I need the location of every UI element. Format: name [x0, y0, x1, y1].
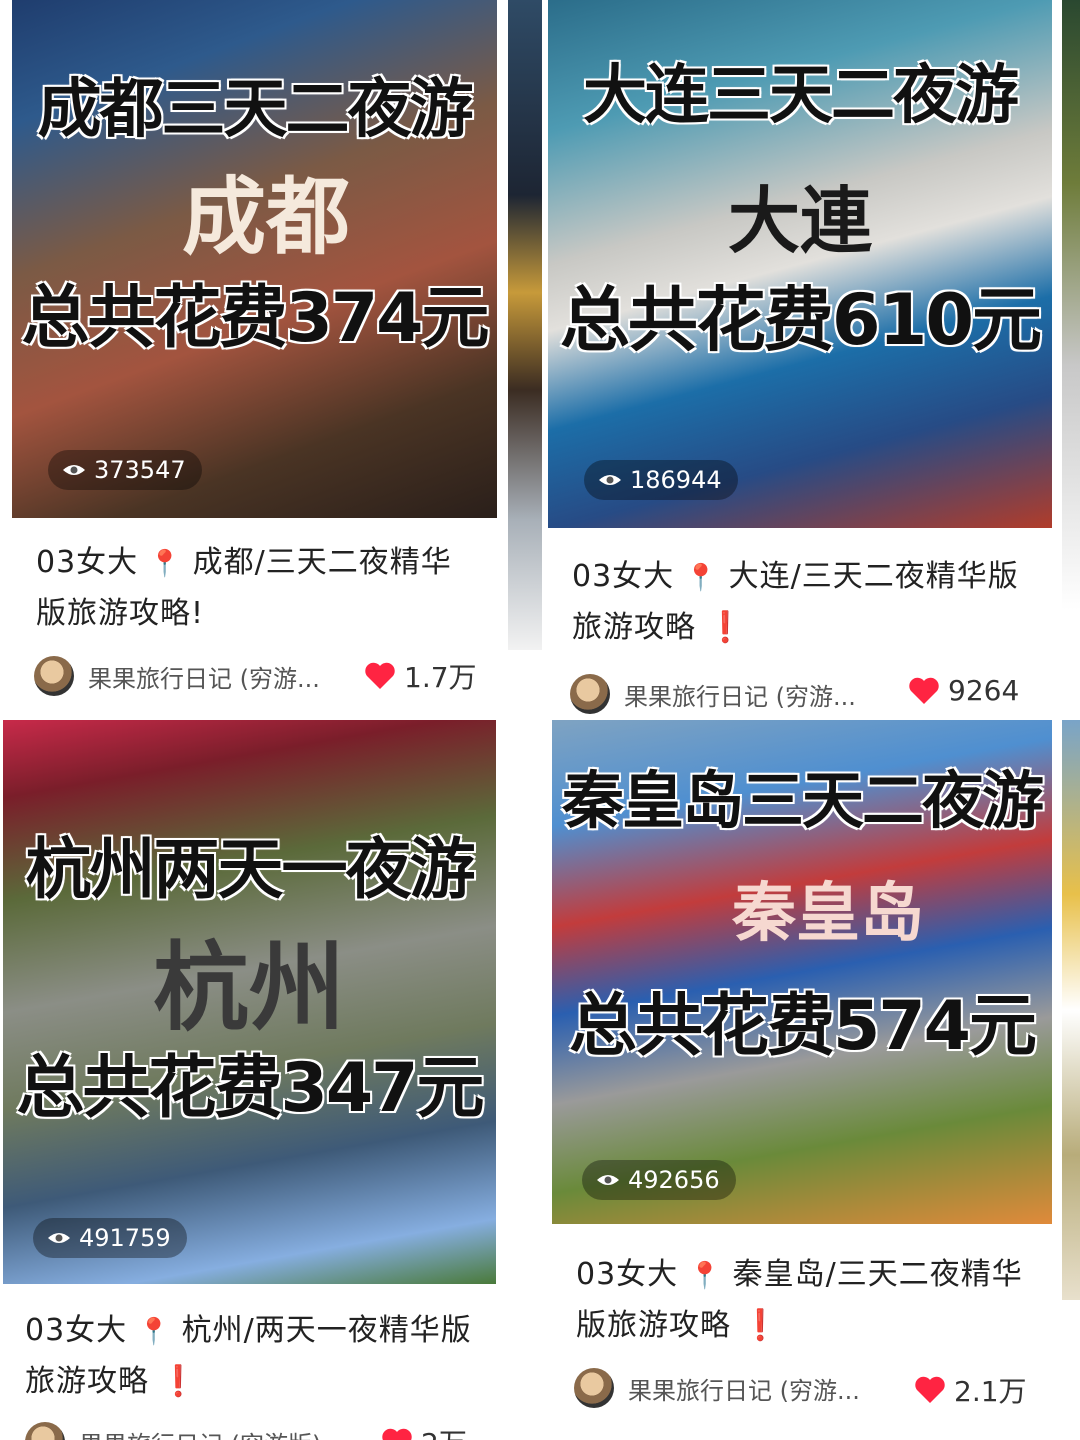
note-card-dalian[interactable]: 大连三天二夜游 大連 总共花费610元 186944 03女大 📍 大连/三天二…: [548, 0, 1052, 720]
post-title[interactable]: 03女大 📍 杭州/两天一夜精华版旅游攻略 ❗: [25, 1306, 475, 1407]
eye-icon: [597, 1175, 619, 1185]
note-card-hangzhou[interactable]: 杭州两天一夜游 杭州 总共花费347元 491759 03女大 📍 杭州/两天一…: [3, 720, 496, 1440]
author-name[interactable]: 果果旅行日记 (穷游...: [628, 1371, 860, 1406]
avatar[interactable]: [570, 674, 610, 714]
note-card-qinhuangdao[interactable]: 秦皇岛三天二夜游 秦皇岛 总共花费574元 492656 03女大 📍 秦皇岛/…: [552, 720, 1052, 1440]
title-prefix: 03女大: [36, 545, 139, 580]
author-row[interactable]: 果果旅行日记 (穷游...: [34, 654, 320, 698]
partial-card-strip-right-bottom[interactable]: [1062, 720, 1080, 1300]
like-count: 2.1万: [954, 1375, 1027, 1408]
author-name[interactable]: 果果旅行日记 (穷游...: [88, 659, 320, 694]
heart-icon: [382, 1428, 412, 1440]
cover-image[interactable]: 成都三天二夜游 成都 总共花费374元 373547: [12, 0, 497, 518]
post-title[interactable]: 03女大 📍 成都/三天二夜精华版旅游攻略!: [36, 538, 476, 639]
heart-icon: [365, 662, 395, 689]
pin-icon: 📍: [148, 549, 183, 579]
cover-cost: 总共花费610元: [559, 279, 1042, 361]
author-name[interactable]: 果果旅行日记 (穷游版): [79, 1425, 321, 1440]
post-title[interactable]: 03女大 📍 大连/三天二夜精华版旅游攻略 ❗: [572, 552, 1022, 653]
pin-icon: 📍: [137, 1317, 172, 1347]
like-count: 1.7万: [404, 661, 477, 694]
cover-image[interactable]: 大连三天二夜游 大連 总共花费610元 186944: [548, 0, 1052, 528]
avatar[interactable]: [25, 1422, 65, 1440]
like-count: 9264: [948, 674, 1020, 707]
title-prefix: 03女大: [25, 1313, 128, 1348]
alert-icon: ❗: [159, 1364, 198, 1399]
cover-cost: 总共花费347元: [16, 1049, 485, 1128]
partial-card-strip-middle[interactable]: [508, 0, 542, 650]
cover-cost: 总共花费574元: [569, 987, 1037, 1066]
note-card-chengdu[interactable]: 成都三天二夜游 成都 总共花费374元 373547 03女大 📍 成都/三天二…: [12, 0, 497, 720]
cover-title: 杭州两天一夜游: [25, 831, 476, 908]
alert-icon: ❗: [741, 1308, 780, 1343]
view-count: 491759: [79, 1224, 171, 1252]
like-button[interactable]: 2万: [381, 1422, 467, 1440]
pin-icon: 📍: [684, 563, 719, 593]
author-row[interactable]: 果果旅行日记 (穷游...: [570, 672, 856, 716]
cover-title: 大连三天二夜游: [583, 59, 1019, 133]
author-row[interactable]: 果果旅行日记 (穷游版): [25, 1420, 321, 1440]
cover-cost: 总共花费374元: [21, 279, 490, 358]
cover-subtitle: 秦皇岛: [732, 876, 924, 951]
like-button[interactable]: 9264: [908, 674, 1019, 707]
eye-icon: [63, 465, 85, 475]
view-count-badge: 373547: [48, 450, 202, 490]
view-count-badge: 491759: [33, 1218, 187, 1258]
title-prefix: 03女大: [572, 559, 675, 594]
view-count-badge: 492656: [582, 1160, 736, 1200]
alert-icon: ❗: [706, 610, 745, 645]
eye-icon: [48, 1233, 70, 1243]
view-count: 492656: [628, 1166, 720, 1194]
cover-subtitle: 杭州: [153, 931, 345, 1044]
author-name[interactable]: 果果旅行日记 (穷游...: [624, 677, 856, 712]
like-button[interactable]: 1.7万: [364, 656, 477, 696]
post-title[interactable]: 03女大 📍 秦皇岛/三天二夜精华版旅游攻略 ❗: [576, 1250, 1026, 1351]
cover-title: 成都三天二夜游: [37, 73, 474, 147]
view-count: 186944: [630, 466, 722, 494]
view-count: 373547: [94, 456, 186, 484]
avatar[interactable]: [34, 656, 74, 696]
cover-subtitle: 成都: [182, 167, 351, 266]
view-count-badge: 186944: [584, 460, 738, 500]
partial-card-strip-right-top[interactable]: [1062, 0, 1080, 610]
cover-image[interactable]: 秦皇岛三天二夜游 秦皇岛 总共花费574元 492656: [552, 720, 1052, 1224]
like-count: 2万: [421, 1422, 467, 1440]
heart-icon: [915, 1376, 945, 1403]
title-prefix: 03女大: [576, 1257, 679, 1292]
author-row[interactable]: 果果旅行日记 (穷游...: [574, 1366, 860, 1410]
pin-icon: 📍: [688, 1261, 723, 1291]
heart-icon: [909, 677, 939, 704]
eye-icon: [599, 475, 621, 485]
cover-subtitle: 大連: [728, 178, 873, 263]
cover-title: 秦皇岛三天二夜游: [561, 764, 1044, 837]
like-button[interactable]: 2.1万: [914, 1370, 1027, 1410]
avatar[interactable]: [574, 1368, 614, 1408]
cover-image[interactable]: 杭州两天一夜游 杭州 总共花费347元 491759: [3, 720, 496, 1284]
